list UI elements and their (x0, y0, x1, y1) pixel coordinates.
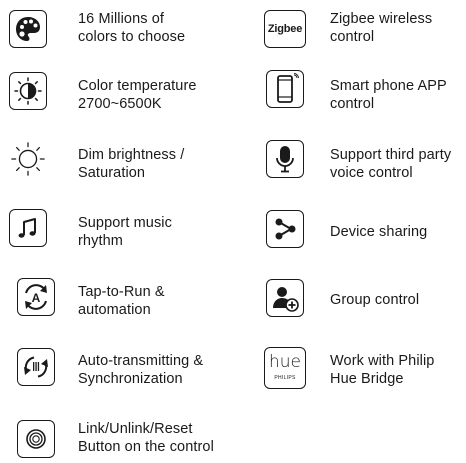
feature-hue-line2: Hue Bridge (330, 371, 404, 387)
feature-zigbee-line2: control (330, 29, 375, 45)
feature-dim-line1: Dim brightness / (78, 147, 185, 163)
hue-logo-text: hue (268, 352, 301, 372)
group-add-icon (266, 279, 304, 317)
feature-hue-line1: Work with Philip (330, 353, 435, 369)
tap-to-run-icon: A (17, 278, 55, 316)
microphone-icon (266, 140, 304, 178)
feature-music-line2: rhythm (78, 233, 123, 249)
feature-app-line1: Smart phone APP (330, 78, 447, 94)
feature-zigbee-line1: Zigbee wireless (330, 11, 433, 27)
sync-icon (17, 348, 55, 386)
feature-colors-line1: 16 Millions of (78, 11, 165, 27)
zigbee-logo-text: Zigbee (267, 23, 303, 35)
palette-icon (9, 10, 47, 48)
feature-dim-line2: Saturation (78, 165, 146, 181)
hue-logo-icon: hue PHILIPS (264, 347, 306, 389)
feature-color-temp-line2: 2700~6500K (78, 96, 162, 112)
sun-brightness-icon (9, 140, 47, 178)
feature-tap-line1: Tap-to-Run & (78, 284, 165, 300)
tap-to-run-letter: A (32, 291, 41, 305)
music-note-icon (9, 209, 47, 247)
smartphone-icon (266, 70, 304, 108)
feature-button-line1: Link/Unlink/Reset (78, 421, 193, 437)
feature-tap-line2: automation (78, 302, 151, 318)
zigbee-logo-icon: Zigbee (264, 10, 306, 48)
feature-sync-line1: Auto-transmitting & (78, 353, 204, 369)
feature-colors-line2: colors to choose (78, 29, 186, 45)
hue-logo-subtext: PHILIPS (274, 375, 296, 381)
feature-button-line2: Button on the control (78, 439, 214, 455)
feature-app-line2: control (330, 96, 375, 112)
reset-button-icon (17, 420, 55, 458)
color-temperature-icon (9, 72, 47, 110)
feature-sharing-line1: Device sharing (330, 224, 428, 240)
feature-voice-line2: voice control (330, 165, 413, 181)
feature-sync-line2: Synchronization (78, 371, 183, 387)
feature-music-line1: Support music (78, 215, 172, 231)
feature-color-temp-line1: Color temperature (78, 78, 197, 94)
feature-group-line1: Group control (330, 292, 420, 308)
feature-voice-line1: Support third party (330, 147, 452, 163)
share-icon (266, 210, 304, 248)
